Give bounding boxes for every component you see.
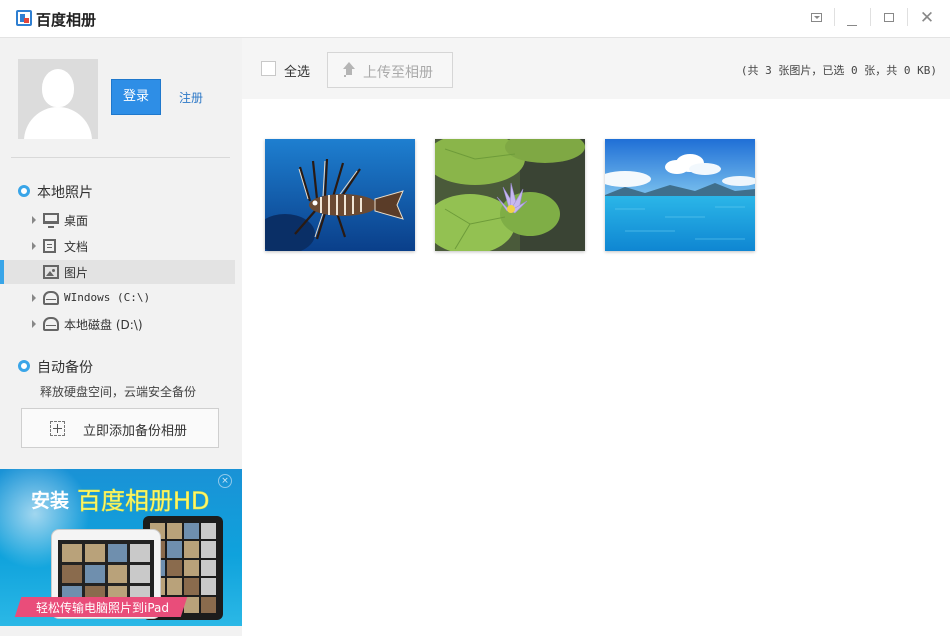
sidebar-item-drive-d[interactable]: 本地磁盘 (D:\) [0, 312, 235, 336]
dropdown-menu-icon [810, 13, 822, 22]
drive-icon [43, 291, 59, 305]
upload-to-album-button[interactable]: 上传至相册 [327, 52, 453, 88]
titlebar-separator [907, 8, 908, 26]
ad-close-icon[interactable]: × [218, 474, 232, 488]
upload-to-album-label: 上传至相册 [363, 65, 433, 81]
toolbar: 全选 上传至相册 (共 3 张图片，已选 0 张，共 0 KB) [242, 38, 950, 99]
avatar-body-icon [24, 107, 92, 139]
photo-thumbnail-lionfish[interactable] [265, 139, 415, 251]
titlebar-separator [870, 8, 871, 26]
sidebar-item-pictures[interactable]: 图片 [0, 260, 235, 284]
close-button[interactable]: ✕ [916, 8, 938, 28]
sidebar-item-label: 文档 [64, 240, 89, 254]
picture-icon [43, 265, 59, 279]
add-icon [50, 421, 65, 436]
sidebar-item-desktop[interactable]: 桌面 [0, 208, 235, 232]
sidebar-item-label: 桌面 [64, 214, 89, 228]
maximize-button[interactable] [878, 8, 900, 28]
sidebar-divider [11, 157, 230, 158]
avatar [18, 59, 98, 139]
auto-backup-description: 释放硬盘空间，云端安全备份 [40, 385, 197, 399]
ad-title-main: 百度相册HD [77, 487, 210, 516]
select-all-checkbox[interactable] [261, 61, 276, 76]
sidebar-item-label: 本地磁盘 (D:\) [64, 318, 143, 332]
sidebar-item-label: WIndows (C:\) [64, 291, 151, 304]
minimize-icon [847, 25, 857, 26]
photo-thumbnail-water-lily[interactable] [435, 139, 585, 251]
monitor-icon [43, 213, 59, 228]
ad-ribbon-text: 轻松传输电脑照片到iPad [36, 601, 170, 615]
photo-grid [242, 99, 950, 636]
close-icon: ✕ [919, 8, 935, 28]
titlebar-separator [834, 8, 835, 26]
photo-thumbnail-ocean[interactable] [605, 139, 755, 251]
minimize-button[interactable] [841, 8, 863, 28]
expand-arrow-icon[interactable] [32, 216, 36, 224]
auto-backup-dot-icon [18, 360, 30, 372]
app-logo-icon [16, 10, 32, 26]
add-backup-album-label: 立即添加备份相册 [83, 424, 188, 439]
ocean-image [605, 139, 755, 251]
menu-dropdown-button[interactable] [805, 8, 827, 28]
expand-arrow-icon[interactable] [32, 320, 36, 328]
maximize-icon [884, 13, 894, 22]
sidebar-item-label: 图片 [64, 266, 89, 280]
register-link[interactable]: 注册 [179, 89, 203, 106]
app-title: 百度相册 [36, 11, 97, 29]
sidebar: 登录 注册 本地照片 桌面 文档 图片 WIndows (C:\) 本地磁盘 (… [0, 38, 242, 636]
water-lily-image [435, 139, 585, 251]
local-photos-dot-icon [18, 185, 30, 197]
ad-banner[interactable]: 安装 百度相册HD × 轻松传输电脑照片到iPad [0, 469, 242, 626]
avatar-head-icon [42, 69, 74, 107]
login-button[interactable]: 登录 [111, 79, 161, 115]
sidebar-item-documents[interactable]: 文档 [0, 234, 235, 258]
upload-icon [342, 62, 356, 78]
lionfish-image [265, 139, 415, 251]
document-icon [43, 239, 56, 253]
expand-arrow-icon[interactable] [32, 242, 36, 250]
local-photos-title[interactable]: 本地照片 [37, 182, 93, 202]
add-backup-album-button[interactable]: 立即添加备份相册 [21, 408, 219, 448]
ad-title-prefix: 安装 [31, 490, 70, 512]
expand-arrow-icon[interactable] [32, 294, 36, 302]
sidebar-item-drive-c[interactable]: WIndows (C:\) [0, 286, 235, 310]
selection-summary: (共 3 张图片，已选 0 张，共 0 KB) [740, 64, 937, 77]
auto-backup-title[interactable]: 自动备份 [37, 357, 93, 377]
drive-icon [43, 317, 59, 331]
select-all-label[interactable]: 全选 [284, 61, 310, 80]
title-bar: 百度相册 ✕ [0, 0, 950, 38]
